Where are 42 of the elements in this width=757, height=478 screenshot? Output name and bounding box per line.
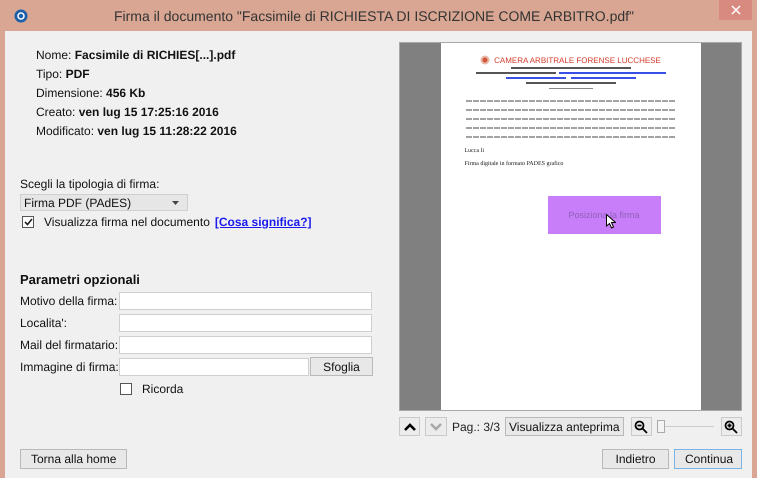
file-info-line: Tipo: PDF xyxy=(36,67,91,81)
zoom-slider[interactable] xyxy=(657,417,714,436)
help-link[interactable]: [Cosa significa?] xyxy=(214,215,312,229)
page-indicator: Pag.: 3/3 xyxy=(452,420,500,434)
file-info-line: Dimensione: 456 Kb xyxy=(36,86,146,100)
browse-button[interactable]: Sfoglia xyxy=(310,357,373,376)
section-title: Parametri opzionali xyxy=(20,272,141,288)
continue-button[interactable]: Continua xyxy=(674,449,742,469)
input-field[interactable] xyxy=(119,358,309,376)
preview-button[interactable]: Visualizza anteprima xyxy=(505,417,624,436)
input-field[interactable] xyxy=(119,314,372,332)
seal-icon xyxy=(480,55,490,65)
window-title: Firma il documento "Facsimile di RICHIESTA DI ISCRIZIONE COME ARBITRO.pdf" xyxy=(112,8,635,24)
dropdown-arrow-icon xyxy=(172,200,179,204)
close-icon xyxy=(730,5,740,15)
organization-name: CAMERA ARBITRALE FORENSE LUCCHESE xyxy=(494,56,661,64)
home-button[interactable]: Torna alla home xyxy=(20,449,128,469)
input-field[interactable] xyxy=(119,292,372,310)
checkbox-label: Ricorda xyxy=(142,382,184,396)
input-field[interactable] xyxy=(119,336,372,354)
field-label: Localita': xyxy=(20,316,68,330)
field-label: Mail del firmatario: xyxy=(20,338,119,352)
signature-type-label: Scegli la tipologia di firma: xyxy=(20,176,160,192)
back-button[interactable]: Indietro xyxy=(602,449,669,469)
checkbox-label: Visualizza firma nel documento xyxy=(44,215,210,229)
field-label: Immagine di firma: xyxy=(20,360,119,374)
checkbox[interactable] xyxy=(120,383,132,395)
zoom-out-button[interactable] xyxy=(630,417,652,436)
file-info-line: Nome: Facsimile di RICHIES[...].pdf xyxy=(36,48,236,62)
chevron-up-icon xyxy=(404,422,416,430)
checkbox[interactable] xyxy=(22,216,34,228)
zoom-out-icon xyxy=(634,420,648,434)
zoom-in-button[interactable] xyxy=(720,417,742,436)
app-icon xyxy=(14,8,28,22)
field-label: Motivo della firma: xyxy=(20,294,118,308)
file-info-line: Creato: ven lug 15 17:25:16 2016 xyxy=(36,105,220,119)
signature-type-dropdown[interactable]: Firma PDF (PAdES) xyxy=(20,194,188,211)
file-info-line: Modificato: ven lug 15 11:28:22 2016 xyxy=(36,124,238,138)
close-button[interactable] xyxy=(719,0,752,20)
zoom-in-icon xyxy=(724,420,738,434)
chevron-down-icon xyxy=(430,422,442,430)
page-up-button[interactable] xyxy=(399,417,420,436)
